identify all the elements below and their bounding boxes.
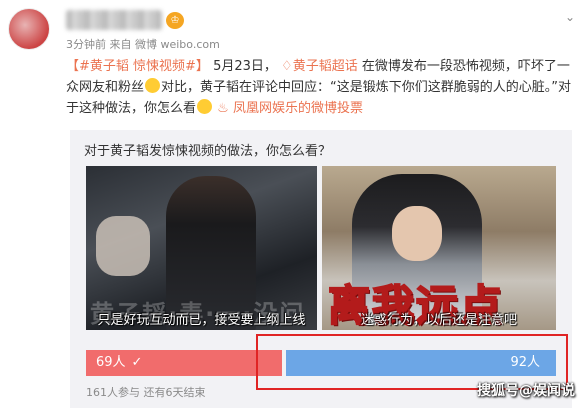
poll-option-image-right[interactable]: 离我远点 迷惑行为，以后还是注意吧: [322, 166, 556, 330]
thinking-emoji-icon: [197, 99, 213, 114]
poll-icon: ♨: [217, 101, 229, 116]
hand-shape: [96, 216, 150, 276]
poll-footer: 161人参与 还有6天结束: [86, 386, 206, 399]
check-icon: ✓: [131, 355, 143, 370]
vote-count-left: 69人: [96, 355, 126, 370]
chevron-down-icon[interactable]: ⌄: [565, 10, 575, 24]
poll-option-caption-right: 迷惑行为，以后还是注意吧: [360, 313, 517, 328]
vote-bar-left[interactable]: 69人 ✓: [86, 350, 282, 376]
topic-link[interactable]: 【#黄子韬 惊悚视频#】: [66, 59, 209, 74]
post-text-segment: 5月23日，: [213, 59, 277, 74]
post-meta: 3分钟前 来自 微博 weibo.com: [66, 38, 220, 51]
source-watermark: 搜狐号@娱闻说: [477, 383, 575, 399]
poll-link[interactable]: 凤凰网娱乐的微博投票: [233, 101, 363, 116]
poll-question: 对于黄子韬发惊悚视频的做法，你怎么看？: [84, 144, 332, 159]
avatar[interactable]: [8, 8, 50, 50]
supertopic-link[interactable]: 黄子韬超话: [293, 59, 358, 74]
face-shape: [392, 206, 442, 261]
vip-crown-icon: ♔: [166, 12, 184, 29]
poll-option-caption-left: 只是好玩互动而已，接受要上纲上线: [97, 313, 306, 328]
post-text: 【#黄子韬 惊悚视频#】 5月23日， ♢黄子韬超话 在微博发布一段恐怖视频，吓…: [66, 56, 576, 119]
diamond-icon: ♢: [281, 59, 293, 74]
username-blurred[interactable]: [66, 10, 162, 30]
poll-option-image-left[interactable]: 黄子韬·毒·一·没问题 只是好玩互动而已，接受要上纲上线: [86, 166, 317, 330]
laugh-emoji-icon: [145, 78, 161, 93]
